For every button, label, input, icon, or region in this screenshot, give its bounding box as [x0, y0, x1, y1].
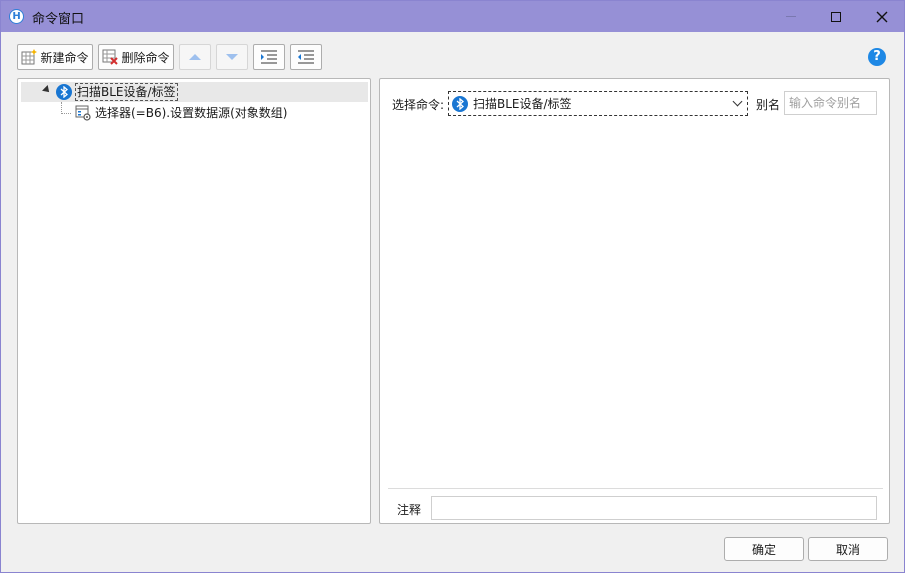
- new-command-icon: [21, 49, 38, 65]
- maximize-button[interactable]: [813, 1, 859, 32]
- command-editor: 选择命令: 扫描BLE设备/标签 别名 注释: [379, 78, 890, 524]
- close-icon: [876, 11, 888, 22]
- note-label: 注释: [397, 503, 422, 517]
- outdent-icon: [298, 50, 314, 64]
- new-command-label: 新建命令: [40, 50, 89, 65]
- tree-item-scan-ble[interactable]: 扫描BLE设备/标签: [21, 82, 368, 102]
- outdent-button[interactable]: [290, 44, 322, 70]
- note-input[interactable]: [431, 496, 877, 520]
- close-button[interactable]: [859, 1, 905, 32]
- cancel-button[interactable]: 取消: [808, 537, 888, 561]
- expand-collapse-icon[interactable]: [42, 85, 52, 95]
- delete-command-icon: [102, 49, 119, 65]
- minimize-button[interactable]: [768, 1, 814, 32]
- maximize-icon: [831, 11, 841, 22]
- tree-connector: [61, 102, 71, 114]
- selected-command-value: 扫描BLE设备/标签: [473, 97, 572, 111]
- select-command-label: 选择命令:: [392, 98, 445, 112]
- delete-command-button[interactable]: 删除命令: [98, 44, 174, 70]
- move-down-button[interactable]: [216, 44, 248, 70]
- ok-button[interactable]: 确定: [724, 537, 804, 561]
- app-logo-icon: H: [9, 9, 24, 24]
- arrow-up-icon: [189, 54, 201, 60]
- bluetooth-icon: [56, 84, 72, 100]
- divider: [388, 488, 883, 489]
- indent-button[interactable]: [253, 44, 285, 70]
- title-bar[interactable]: H 命令窗口: [1, 1, 904, 32]
- selector-settings-icon: [75, 105, 91, 121]
- tree-item-label: 选择器(=B6).设置数据源(对象数组): [95, 106, 288, 120]
- tree-item-label: 扫描BLE设备/标签: [75, 83, 178, 101]
- command-select[interactable]: 扫描BLE设备/标签: [448, 91, 748, 116]
- alias-input[interactable]: [784, 91, 877, 115]
- command-tree[interactable]: 扫描BLE设备/标签 选择器(=B6).设置数据源(对象数组): [17, 78, 371, 524]
- minimize-icon: [786, 16, 796, 17]
- indent-icon: [261, 50, 277, 64]
- new-command-button[interactable]: 新建命令: [17, 44, 93, 70]
- alias-label: 别名: [756, 98, 781, 112]
- bluetooth-icon: [452, 95, 468, 112]
- move-up-button[interactable]: [179, 44, 211, 70]
- help-icon[interactable]: ?: [868, 48, 886, 66]
- command-window: H 命令窗口 新建命令 删除命令 ? 扫描BLE设备/标签 选择器(=B6).设…: [0, 0, 905, 573]
- window-title: 命令窗口: [32, 12, 85, 27]
- arrow-down-icon: [226, 54, 238, 60]
- chevron-down-icon: [732, 96, 743, 107]
- delete-command-label: 删除命令: [121, 50, 170, 65]
